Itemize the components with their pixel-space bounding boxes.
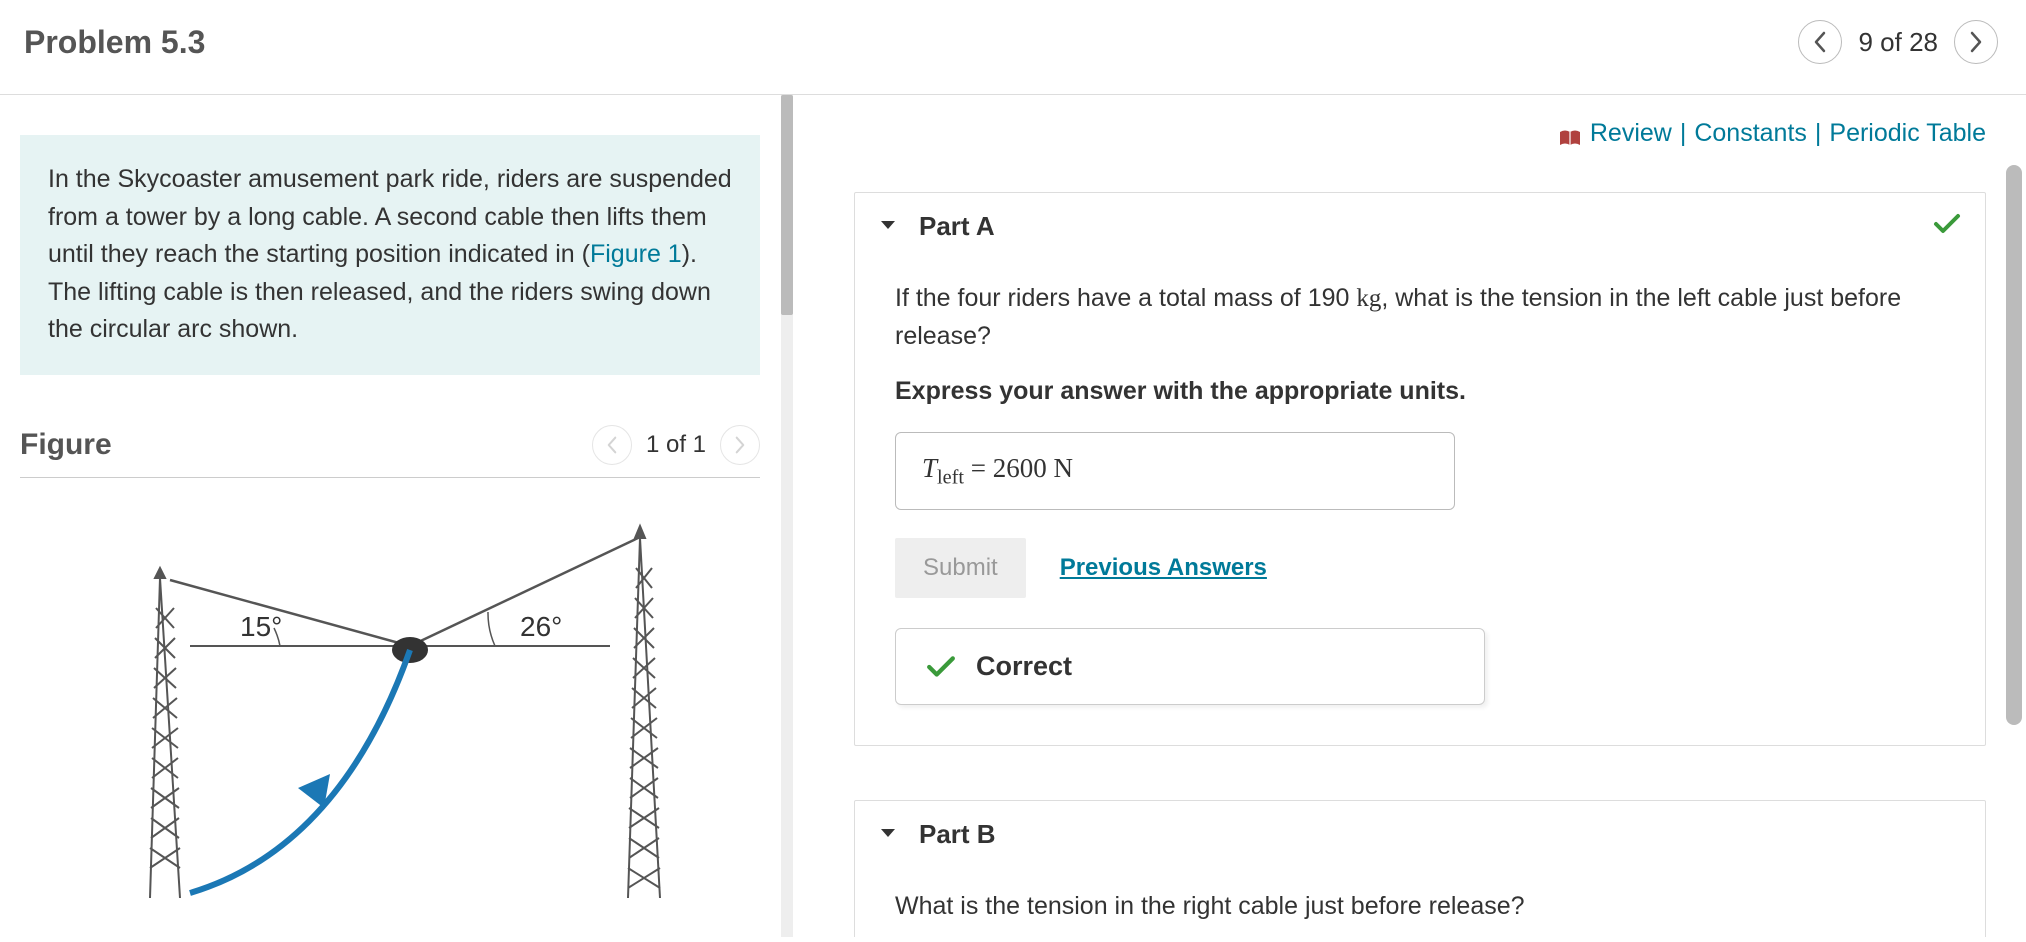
figure-pager-text: 1 of 1 [646, 431, 706, 459]
column-divider[interactable] [780, 95, 794, 937]
part-a-instruction: Express your answer with the appropriate… [895, 377, 1945, 406]
feedback-text: Correct [976, 651, 1072, 682]
answer-controls: Submit Previous Answers [895, 538, 1945, 598]
feedback-box: Correct [895, 628, 1485, 705]
mass-unit: kg [1356, 285, 1381, 312]
figure-pager: 1 of 1 [592, 425, 760, 465]
angle-right-label: 26° [520, 611, 562, 642]
check-icon [926, 655, 956, 679]
part-b-label: Part B [919, 819, 996, 850]
figure-title: Figure [20, 428, 112, 462]
figure-section: Figure 1 of 1 [20, 425, 760, 898]
resources-bar: Review | Constants | Periodic Table [854, 119, 1986, 148]
problem-description: In the Skycoaster amusement park ride, r… [20, 135, 760, 375]
answer-equals: = [964, 453, 993, 483]
part-b-header[interactable]: Part B [855, 801, 1985, 868]
next-problem-button[interactable] [1954, 20, 1998, 64]
chevron-right-icon [1969, 31, 1983, 53]
figure-header: Figure 1 of 1 [20, 425, 760, 478]
chevron-right-icon [734, 436, 746, 454]
book-icon [1558, 125, 1582, 143]
constants-link[interactable]: Constants [1694, 119, 1807, 148]
left-column: In the Skycoaster amusement park ride, r… [0, 95, 780, 937]
part-b-body: What is the tension in the right cable j… [855, 868, 1985, 937]
figure-prev-button[interactable] [592, 425, 632, 465]
part-a-question: If the four riders have a total mass of … [895, 280, 1945, 355]
answer-display: Tleft = 2600 N [895, 432, 1455, 510]
figure-link[interactable]: Figure 1 [590, 240, 682, 268]
chevron-left-icon [1813, 31, 1827, 53]
figure-next-button[interactable] [720, 425, 760, 465]
part-a-label: Part A [919, 211, 995, 242]
top-header: Problem 5.3 9 of 28 [0, 0, 2026, 95]
part-b-question: What is the tension in the right cable j… [895, 888, 1945, 926]
prev-problem-button[interactable] [1798, 20, 1842, 64]
answer-variable: T [922, 453, 937, 483]
main-area: In the Skycoaster amusement park ride, r… [0, 95, 2026, 937]
part-a-header[interactable]: Part A [855, 193, 1985, 260]
review-link[interactable]: Review [1590, 119, 1672, 148]
part-a-status-icon [1933, 213, 1961, 240]
skycoaster-diagram: 15° 26° [80, 518, 700, 898]
figure-image: 15° 26° [20, 518, 760, 898]
chevron-left-icon [606, 436, 618, 454]
answer-value: 2600 N [993, 453, 1073, 483]
previous-answers-link[interactable]: Previous Answers [1060, 554, 1267, 582]
right-column: Review | Constants | Periodic Table Part… [794, 95, 2026, 937]
problem-title: Problem 5.3 [24, 24, 205, 61]
q-text-before: If the four riders have a total mass of … [895, 284, 1356, 312]
caret-down-icon [879, 216, 897, 237]
divider-handle[interactable] [781, 95, 793, 315]
part-b: Part B What is the tension in the right … [854, 800, 1986, 937]
caret-down-icon [879, 824, 897, 845]
periodic-table-link[interactable]: Periodic Table [1829, 119, 1986, 148]
angle-left-label: 15° [240, 611, 282, 642]
scrollbar-thumb[interactable] [2006, 165, 2022, 725]
pager-text: 9 of 28 [1858, 27, 1938, 58]
part-a: Part A If the four riders have a total m… [854, 192, 1986, 746]
answer-subscript: left [937, 466, 964, 488]
submit-button[interactable]: Submit [895, 538, 1026, 598]
separator: | [1680, 119, 1687, 148]
problem-pager: 9 of 28 [1798, 20, 1998, 64]
part-a-body: If the four riders have a total mass of … [855, 260, 1985, 745]
separator: | [1815, 119, 1822, 148]
